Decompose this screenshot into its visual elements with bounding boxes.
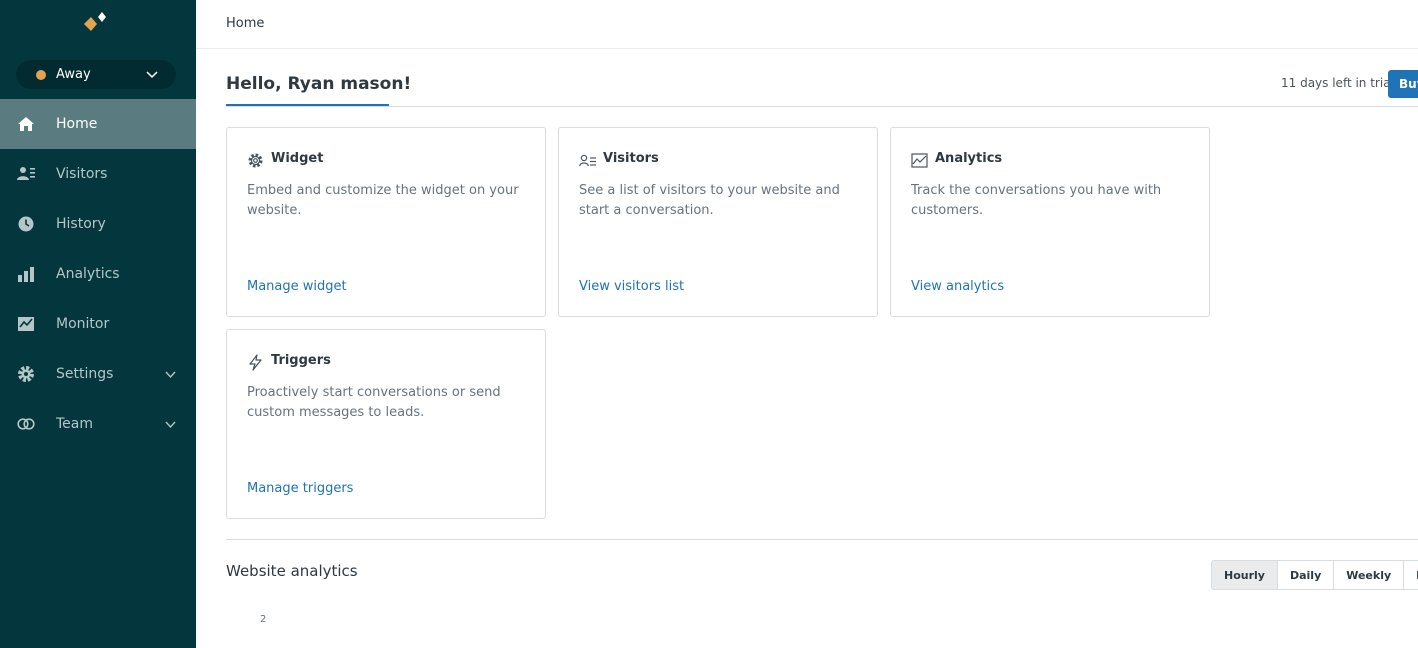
logo-icon[interactable] (84, 12, 110, 36)
trial-status: 11 days left in trial (1281, 76, 1394, 90)
sidebar-item-label: Analytics (56, 266, 120, 282)
range-daily-button[interactable]: Daily (1277, 561, 1335, 589)
chevron-down-icon (146, 71, 158, 79)
sidebar-item-settings[interactable]: Settings (0, 349, 196, 399)
sidebar-item-visitors[interactable]: Visitors (0, 149, 196, 199)
triggers-card: Triggers Proactively start conversations… (226, 329, 546, 519)
manage-widget-link[interactable]: Manage widget (247, 279, 347, 294)
divider (226, 106, 1418, 107)
manage-triggers-link[interactable]: Manage triggers (247, 481, 353, 496)
status-label: Away (56, 67, 91, 82)
sidebar-item-label: History (56, 216, 106, 232)
view-visitors-list-link[interactable]: View visitors list (579, 279, 684, 294)
clock-icon (18, 216, 34, 232)
home-icon (18, 117, 34, 131)
sidebar-item-team[interactable]: Team (0, 399, 196, 449)
line-chart-icon (911, 153, 928, 168)
view-analytics-link[interactable]: View analytics (911, 279, 1004, 294)
lightning-icon (249, 354, 262, 371)
time-range-toggle: Hourly Daily Weekly Monthly (1211, 560, 1418, 590)
top-bar: Home (196, 0, 1418, 49)
status-dot-icon (36, 69, 46, 80)
sidebar-item-label: Settings (56, 366, 114, 382)
sidebar-item-history[interactable]: History (0, 199, 196, 249)
range-hourly-button[interactable]: Hourly (1212, 561, 1278, 589)
divider (226, 539, 1418, 540)
status-dropdown[interactable]: Away (16, 60, 176, 89)
breadcrumb: Home (226, 16, 265, 31)
sidebar-item-label: Home (56, 116, 98, 132)
gear-icon (248, 153, 263, 168)
sidebar-item-analytics[interactable]: Analytics (0, 249, 196, 299)
monitor-icon (18, 317, 34, 331)
card-title: Visitors (603, 151, 659, 166)
range-monthly-button[interactable]: Monthly (1404, 561, 1418, 589)
widget-card: Widget Embed and customize the widget on… (226, 127, 546, 317)
buy-button[interactable]: Buy (1388, 70, 1418, 98)
card-description: See a list of visitors to your website a… (579, 183, 840, 218)
visitors-card: Visitors See a list of visitors to your … (558, 127, 878, 317)
gear-icon (18, 366, 34, 382)
card-description: Track the conversations you have with cu… (911, 183, 1162, 218)
range-weekly-button[interactable]: Weekly (1334, 561, 1405, 589)
sidebar-nav: Home Visitors History Analytics Monitor … (0, 99, 196, 449)
sidebar-item-label: Team (56, 416, 94, 432)
sidebar-item-label: Visitors (56, 166, 108, 182)
chart-y-tick: 2 (260, 614, 267, 625)
visitors-icon (17, 167, 35, 180)
section-title: Website analytics (226, 562, 358, 580)
card-title: Analytics (935, 151, 1003, 166)
visitors-list-icon (579, 154, 596, 167)
sidebar-item-label: Monitor (56, 316, 110, 332)
sidebar: Away Home Visitors History Analytics Mon… (0, 0, 196, 648)
analytics-card: Analytics Track the conversations you ha… (890, 127, 1210, 317)
card-description: Embed and customize the widget on your w… (247, 183, 519, 218)
chevron-down-icon (165, 371, 176, 379)
team-icon (17, 418, 35, 430)
bar-chart-icon (18, 267, 34, 282)
card-title: Triggers (271, 353, 331, 368)
page-title: Hello, Ryan mason! (226, 74, 412, 94)
card-description: Proactively start conversations or send … (247, 385, 501, 420)
chevron-down-icon (165, 421, 176, 429)
sidebar-item-monitor[interactable]: Monitor (0, 299, 196, 349)
sidebar-item-home[interactable]: Home (0, 99, 196, 149)
card-title: Widget (271, 151, 324, 166)
